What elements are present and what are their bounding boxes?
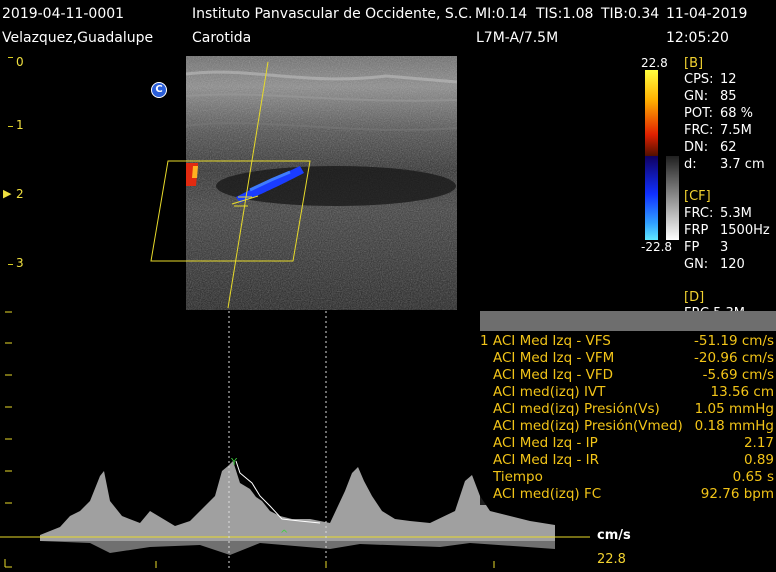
param-key: CPS:: [684, 72, 714, 87]
param-key: d:: [684, 157, 697, 172]
param-key: POT:: [684, 106, 713, 121]
spectral-waveforms: [40, 461, 555, 555]
colorbar-positive: [645, 70, 658, 156]
measurement-panel-header[interactable]: [480, 311, 776, 331]
param-key: FRP: [684, 223, 709, 238]
measurement-value: 92.76 bpm: [700, 486, 774, 502]
param-value: 12: [720, 72, 737, 87]
param-value: 3: [720, 240, 729, 255]
measurement-row[interactable]: 1 ACI Med Izq - VFS -51.19 cm/s: [480, 333, 776, 350]
grayscale-bar: [666, 156, 679, 240]
param-row: d: 3.7 cm: [684, 157, 776, 174]
peak-marker: Y: [230, 457, 238, 468]
measurement-row[interactable]: ACI Med Izq - IR 0.89: [480, 452, 776, 469]
depth-tick: [8, 126, 13, 127]
trough-marker: ^: [280, 529, 288, 540]
measurement-label: ACI med(izq) Presión(Vs): [493, 401, 660, 417]
colorbar-negative: [645, 156, 658, 240]
param-row: GN: 85: [684, 89, 776, 106]
param-key: DN:: [684, 140, 709, 155]
measurement-label: ACI Med Izq - VFM: [493, 350, 615, 366]
depth-label-3: 3: [16, 256, 24, 270]
depth-tick: [8, 264, 13, 265]
param-value: 3.7 cm: [720, 157, 765, 172]
depth-tick: [8, 57, 13, 58]
cf-header: [CF]: [684, 189, 711, 204]
measurement-value: 0.65 s: [732, 469, 774, 485]
measurement-value: 13.56 cm: [710, 384, 774, 400]
measurement-row[interactable]: ACI med(izq) IVT 13.56 cm: [480, 384, 776, 401]
param-row: FP 3: [684, 240, 776, 257]
measurement-panel: 1 ACI Med Izq - VFS -51.19 cm/s ACI Med I…: [480, 311, 776, 505]
time-ticks: [155, 561, 495, 568]
measurement-value: -5.69 cm/s: [702, 367, 774, 383]
orientation-marker: C: [151, 82, 167, 98]
measurement-value: -20.96 cm/s: [694, 350, 774, 366]
measurement-label: ACI Med Izq - VFD: [493, 367, 613, 383]
measurement-value: 0.89: [743, 452, 774, 468]
measurement-row[interactable]: ACI med(izq) Presión(Vs) 1.05 mmHg: [480, 401, 776, 418]
velocity-unit: cm/s: [597, 528, 631, 543]
measurement-value: -51.19 cm/s: [694, 333, 774, 349]
param-key: FRC:: [684, 123, 714, 138]
param-row: FRC: 5.3M: [684, 206, 776, 223]
measurement-value: 2.17: [743, 435, 774, 451]
focus-marker-icon[interactable]: ▶: [3, 187, 11, 200]
measurement-label: ACI med(izq) Presión(Vmed): [493, 418, 683, 434]
param-value: 7.5M: [720, 123, 752, 138]
param-row: POT: 68 %: [684, 106, 776, 123]
measurement-label: ACI med(izq) IVT: [493, 384, 606, 400]
param-value: 1500Hz: [720, 223, 770, 238]
colorbar-top-label: 22.8: [641, 56, 668, 70]
measurement-row[interactable]: Tiempo 0.65 s: [480, 469, 776, 486]
param-row: CPS: 12: [684, 72, 776, 89]
depth-label-2: 2: [16, 187, 24, 201]
param-value: 68 %: [720, 106, 754, 121]
measurement-value: 1.05 mmHg: [694, 401, 774, 417]
param-row: FRP 1500Hz: [684, 223, 776, 240]
param-value: 85: [720, 89, 737, 104]
measurement-label: ACI med(izq) FC: [493, 486, 602, 502]
doppler-header: [D]: [684, 290, 705, 305]
param-key: GN:: [684, 257, 709, 272]
param-value: 120: [720, 257, 745, 272]
measurement-label: ACI Med Izq - IP: [493, 435, 598, 451]
velocity-scale-ticks: [4, 311, 12, 568]
measurement-row[interactable]: ACI med(izq) Presión(Vmed) 0.18 mmHg: [480, 418, 776, 435]
param-key: GN:: [684, 89, 709, 104]
colorbar-bottom-label: -22.8: [641, 240, 673, 254]
param-row: GN: 120: [684, 257, 776, 274]
cf-params: FRC: 5.3M FRP 1500Hz FP 3 GN: 120: [684, 206, 776, 274]
measurement-label: Tiempo: [493, 469, 543, 485]
b-mode-params: CPS: 12 GN: 85 POT: 68 % FRC: 7.5M DN: 62 d: 3…: [684, 72, 776, 174]
measurement-row[interactable]: ACI Med Izq - VFM -20.96 cm/s: [480, 350, 776, 367]
param-value: 5.3M: [720, 206, 752, 221]
measurement-row[interactable]: ACI med(izq) FC 92.76 bpm: [480, 486, 776, 503]
param-row: FRC: 7.5M: [684, 123, 776, 140]
param-key: FRC:: [684, 206, 714, 221]
measurement-row[interactable]: ACI Med Izq - VFD -5.69 cm/s: [480, 367, 776, 384]
measurement-label: ACI Med Izq - IR: [493, 452, 599, 468]
velocity-scale-bottom: 22.8: [597, 552, 626, 567]
param-row: DN: 62: [684, 140, 776, 157]
measurement-value: 0.18 mmHg: [694, 418, 774, 434]
vessel-flow-orange: [192, 166, 198, 178]
param-value: 62: [720, 140, 737, 155]
depth-label-0: 0: [16, 55, 24, 69]
param-key: FP: [684, 240, 700, 255]
b-mode-header: [B]: [684, 56, 704, 71]
depth-label-1: 1: [16, 118, 24, 132]
measurement-label: 1 ACI Med Izq - VFS: [480, 333, 611, 349]
measurement-row[interactable]: ACI Med Izq - IP 2.17: [480, 435, 776, 452]
